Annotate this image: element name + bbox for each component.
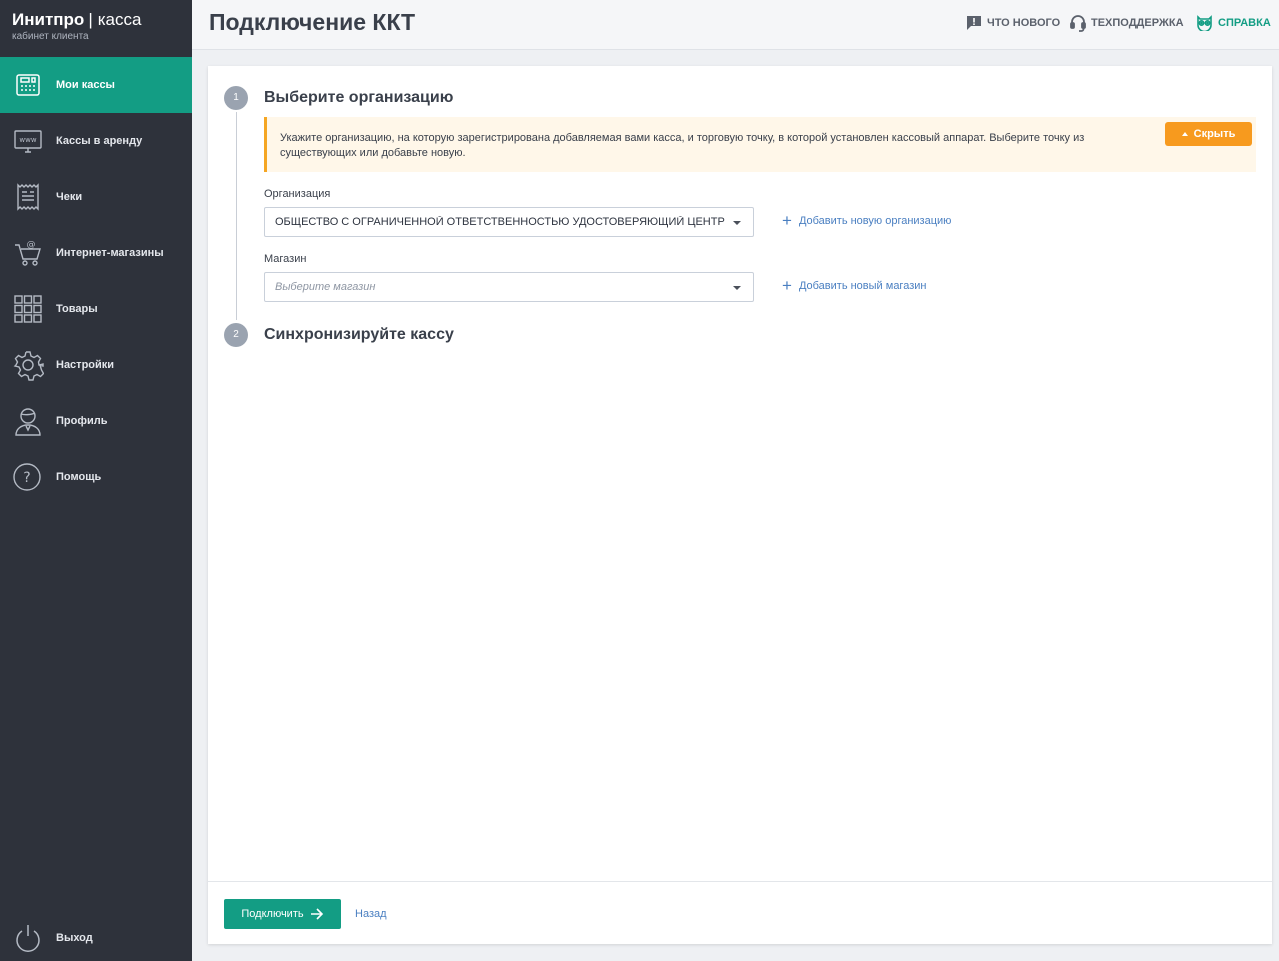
hide-notice-label: Скрыть [1193, 128, 1236, 140]
sidebar-item-label: Товары [56, 303, 98, 315]
svg-text:@: @ [27, 240, 36, 250]
hide-notice-button[interactable]: Скрыть [1165, 122, 1252, 146]
help-icon: ? [12, 461, 44, 493]
support-label: ТЕХПОДДЕРЖКА [1091, 17, 1184, 29]
chevron-down-icon [733, 221, 741, 225]
page-title: Подключение ККТ [209, 9, 416, 35]
connect-kkt-card: 1 Выберите организацию Укажите организац… [208, 66, 1272, 944]
shop-select[interactable]: Выберите магазин [264, 272, 754, 302]
add-organization-link[interactable]: + Добавить новую организацию [782, 211, 952, 230]
step-title-1: Выберите организацию [264, 89, 454, 106]
sidebar-item-label: Профиль [56, 415, 108, 427]
footer-divider [208, 881, 1272, 882]
sidebar-item-rental-registers[interactable]: www Кассы в аренду [0, 113, 192, 169]
headset-icon [1070, 15, 1086, 32]
sidebar-item-label: Кассы в аренду [56, 135, 143, 147]
add-shop-label: Добавить новый магазин [798, 280, 927, 292]
add-organization-label: Добавить новую организацию [798, 215, 952, 227]
plus-icon: + [782, 276, 792, 295]
brand-logo[interactable]: Инитпро | касса кабинет клиента [0, 0, 192, 57]
notice-text: Укажите организацию, на которую зарегист… [280, 132, 1085, 159]
support-link[interactable]: ТЕХПОДДЕРЖКА [1070, 14, 1184, 32]
sidebar-item-label: Мои кассы [56, 79, 115, 91]
power-icon [12, 922, 44, 954]
user-icon [12, 405, 44, 437]
step-number-2: 2 [224, 323, 248, 347]
sidebar-item-receipts[interactable]: Чеки [0, 169, 192, 225]
help-reference-link[interactable]: СПРАВКА [1196, 14, 1271, 32]
arrow-right-icon [310, 908, 323, 920]
step-number-1: 1 [224, 86, 248, 110]
whats-new-label: ЧТО НОВОГО [987, 17, 1061, 29]
sidebar-item-products[interactable]: Товары [0, 281, 192, 337]
add-shop-link[interactable]: + Добавить новый магазин [782, 276, 927, 295]
caret-up-icon [1181, 132, 1188, 136]
info-notice: Укажите организацию, на которую зарегист… [264, 117, 1256, 172]
logout-button[interactable]: Выход [0, 910, 192, 961]
step-connector-line [236, 112, 237, 320]
brand-product: касса [97, 10, 142, 29]
chevron-down-icon [733, 286, 741, 290]
www-monitor-icon: www [12, 125, 44, 157]
step-title-2: Синхронизируйте кассу [264, 326, 454, 343]
sidebar-item-my-registers[interactable]: Мои кассы [0, 57, 192, 113]
svg-text:?: ? [23, 470, 30, 486]
grid-icon [12, 293, 44, 325]
shopping-cart-icon: @ [12, 237, 44, 269]
organization-select[interactable]: ОБЩЕСТВО С ОГРАНИЧЕННОЙ ОТВЕТСТВЕННОСТЬЮ… [264, 207, 754, 237]
help-reference-label: СПРАВКА [1218, 17, 1271, 29]
sidebar-item-settings[interactable]: Настройки [0, 337, 192, 393]
sidebar-item-online-stores[interactable]: @ Интернет-магазины [0, 225, 192, 281]
page-header: Подключение ККТ ЧТО НОВОГО ТЕХПОДДЕРЖКА … [192, 0, 1279, 50]
organization-select-value: ОБЩЕСТВО С ОГРАНИЧЕННОЙ ОТВЕТСТВЕННОСТЬЮ… [275, 216, 725, 228]
sidebar-item-profile[interactable]: Профиль [0, 393, 192, 449]
brand-subtitle: кабинет клиента [12, 31, 89, 42]
back-link[interactable]: Назад [355, 908, 387, 920]
brand-separator: | [88, 10, 93, 29]
owl-icon [1197, 15, 1212, 31]
logout-label: Выход [56, 932, 93, 944]
svg-text:www: www [19, 136, 36, 144]
brand-name: Инитпро [12, 10, 85, 29]
sidebar-item-label: Чеки [56, 191, 83, 203]
sidebar-item-help[interactable]: ? Помощь [0, 449, 192, 505]
shop-select-placeholder: Выберите магазин [275, 281, 376, 293]
connect-button-label: Подключить [241, 908, 304, 920]
sidebar: Инитпро | касса кабинет клиента Мои кассы … [0, 0, 192, 961]
organization-label: Организация [264, 188, 331, 200]
plus-icon: + [782, 211, 792, 230]
receipt-icon [12, 181, 44, 213]
cash-register-icon [12, 69, 44, 101]
connect-button[interactable]: Подключить [224, 899, 341, 929]
gear-icon [12, 349, 44, 381]
shop-label: Магазин [264, 253, 307, 265]
chat-alert-icon [967, 16, 981, 30]
sidebar-item-label: Интернет-магазины [56, 247, 164, 259]
sidebar-item-label: Помощь [56, 471, 102, 483]
sidebar-item-label: Настройки [56, 359, 115, 371]
whats-new-link[interactable]: ЧТО НОВОГО [966, 14, 1060, 32]
